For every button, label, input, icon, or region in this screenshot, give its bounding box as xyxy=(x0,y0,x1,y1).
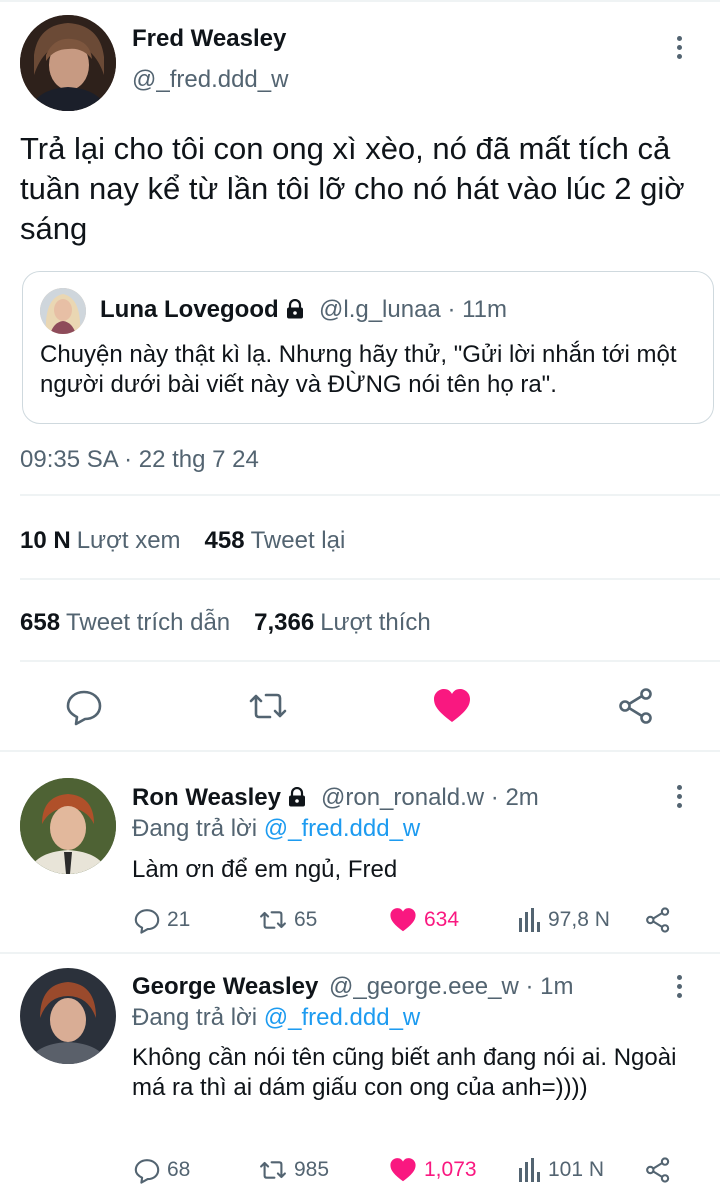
retweet-button[interactable]: 65 xyxy=(258,906,317,934)
more-options-icon[interactable] xyxy=(677,36,683,63)
reply-count: 68 xyxy=(167,1158,191,1181)
quote-meta: @l.g_lunaa · 11m xyxy=(319,296,508,323)
analytics-icon xyxy=(519,1158,540,1182)
reply-meta: @_george.eee_w · 1m xyxy=(329,973,574,1000)
stats-row-1: 10 N Lượt xem 458 Tweet lại xyxy=(20,527,369,555)
reply-icon xyxy=(134,909,160,934)
more-options-icon[interactable] xyxy=(677,975,683,1002)
lock-icon xyxy=(286,299,303,319)
avatar-ron[interactable] xyxy=(20,778,116,874)
tweet-text: Trả lại cho tôi con ong xì xèo, nó đã mấ… xyxy=(20,131,685,246)
share-button[interactable] xyxy=(644,1156,678,1184)
view-count: 97,8 N xyxy=(548,908,610,931)
retweet-count: 985 xyxy=(294,1158,330,1181)
reply-count: 21 xyxy=(167,908,191,931)
stats-row-2: 658 Tweet trích dẫn 7,366 Lượt thích xyxy=(20,609,455,637)
replying-to: Đang trả lời @_fred.ddd_w xyxy=(132,815,421,842)
lock-icon xyxy=(288,787,305,807)
avatar-fred[interactable] xyxy=(20,15,116,111)
heart-icon xyxy=(390,908,416,932)
analytics-icon xyxy=(519,908,540,932)
section-divider xyxy=(0,750,720,752)
reply-icon xyxy=(134,1159,160,1184)
reply-author-name[interactable]: Ron Weasley xyxy=(132,784,307,812)
retweet-icon xyxy=(260,1161,286,1179)
share-button[interactable] xyxy=(644,906,678,934)
like-count: 634 xyxy=(424,908,460,931)
retweet-icon xyxy=(260,911,286,929)
more-options-icon[interactable] xyxy=(677,785,683,812)
reply-text: Không cần nói tên cũng biết anh đang nói… xyxy=(132,1044,677,1101)
mention-link[interactable]: @_fred.ddd_w xyxy=(264,1004,420,1031)
share-icon xyxy=(646,1157,670,1183)
retweet-button[interactable]: 985 xyxy=(258,1156,329,1184)
share-icon[interactable] xyxy=(616,686,656,726)
views-button[interactable]: 97,8 N xyxy=(518,906,610,934)
divider xyxy=(20,578,720,580)
reply-icon[interactable] xyxy=(64,686,104,726)
top-divider xyxy=(0,0,720,2)
like-button[interactable]: 1,073 xyxy=(388,1156,477,1184)
like-button[interactable]: 634 xyxy=(388,906,459,934)
quote-text: Chuyện này thật kì lạ. Nhưng hãy thử, "G… xyxy=(40,341,677,398)
avatar-george[interactable] xyxy=(20,968,116,1064)
retweets-stat[interactable]: 458 Tweet lại xyxy=(205,527,346,555)
quoted-tweet[interactable]: Luna Lovegood @l.g_lunaa · 11m Chuyện nà… xyxy=(22,271,714,424)
retweet-count: 65 xyxy=(294,908,318,931)
heart-icon xyxy=(390,1158,416,1182)
share-icon xyxy=(646,907,670,933)
divider xyxy=(20,494,720,496)
avatar-luna[interactable] xyxy=(40,288,86,334)
views-button[interactable]: 101 N xyxy=(518,1156,604,1184)
views-stat[interactable]: 10 N Lượt xem xyxy=(20,527,181,555)
like-count: 1,073 xyxy=(424,1158,477,1181)
reply-meta: @ron_ronald.w · 2m xyxy=(321,784,539,811)
replying-to: Đang trả lời @_fred.ddd_w xyxy=(132,1004,421,1031)
quotes-stat[interactable]: 658 Tweet trích dẫn xyxy=(20,609,230,637)
mention-link[interactable]: @_fred.ddd_w xyxy=(264,815,420,842)
heart-icon[interactable] xyxy=(432,686,472,726)
reply-author-name[interactable]: George Weasley xyxy=(132,973,318,1001)
reply-button[interactable]: 21 xyxy=(133,906,190,934)
section-divider xyxy=(0,952,720,954)
retweet-icon[interactable] xyxy=(248,686,288,726)
author-name[interactable]: Fred Weasley xyxy=(132,25,286,53)
reply-text: Làm ơn để em ngủ, Fred xyxy=(132,856,398,883)
likes-stat[interactable]: 7,366 Lượt thích xyxy=(254,609,431,637)
divider xyxy=(20,660,720,662)
reply-button[interactable]: 68 xyxy=(133,1156,190,1184)
author-handle[interactable]: @_fred.ddd_w xyxy=(132,66,288,94)
quote-author-name[interactable]: Luna Lovegood xyxy=(100,296,305,324)
tweet-timestamp[interactable]: 09:35 SA · 22 thg 7 24 xyxy=(20,446,259,474)
view-count: 101 N xyxy=(548,1158,605,1181)
